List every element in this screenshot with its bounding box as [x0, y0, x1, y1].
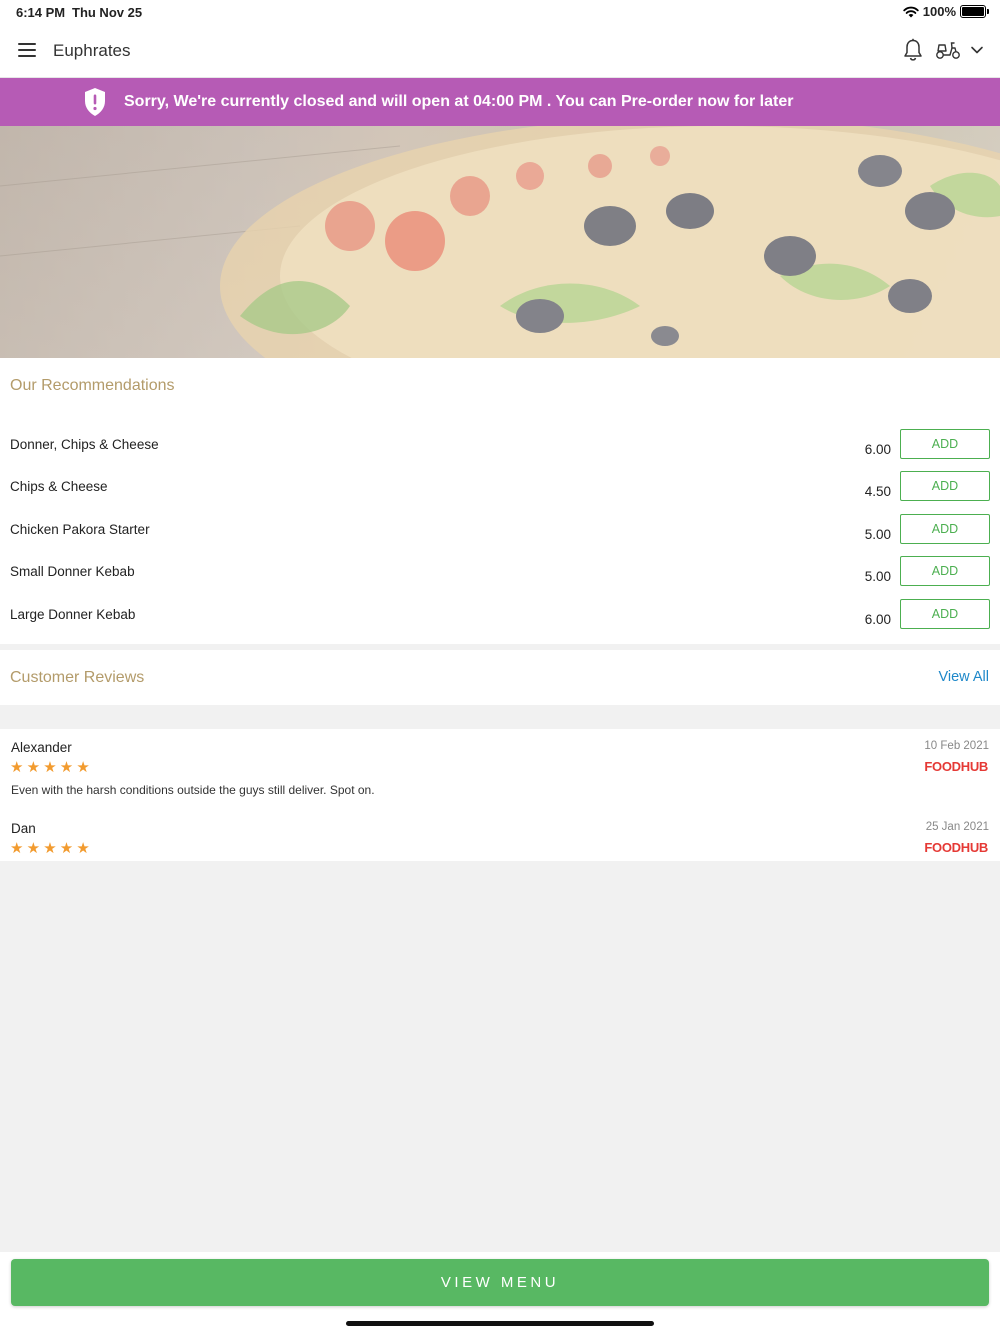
item-name: Chips & Cheese — [10, 479, 108, 494]
add-button[interactable]: ADD — [900, 514, 990, 544]
review-date: 10 Feb 2021 — [924, 740, 989, 752]
review-date: 25 Jan 2021 — [925, 821, 989, 833]
shield-alert-icon — [85, 88, 105, 116]
star-icon: ★ — [76, 759, 90, 776]
add-button[interactable]: ADD — [900, 556, 990, 586]
recommendations-title: Our Recommendations — [10, 377, 175, 394]
star-icon: ★ — [43, 840, 57, 857]
add-button[interactable]: ADD — [900, 471, 990, 501]
add-button[interactable]: ADD — [900, 429, 990, 459]
menu-icon[interactable] — [18, 43, 36, 57]
home-indicator — [346, 1321, 654, 1326]
review-author: Dan — [11, 821, 36, 836]
review-rating: ★ ★ ★ ★ ★ — [10, 841, 92, 857]
list-item: Chips & Cheese 4.50 ADD — [0, 471, 1000, 513]
view-menu-button[interactable]: VIEW MENU — [11, 1259, 989, 1306]
star-icon: ★ — [26, 759, 41, 776]
item-name: Large Donner Kebab — [10, 607, 136, 622]
item-price: 5.00 — [864, 569, 891, 584]
list-item: Large Donner Kebab 6.00 ADD — [0, 599, 1000, 641]
battery-percent: 100% — [922, 4, 956, 19]
review-author: Alexander — [11, 740, 72, 755]
recommendations-section: Our Recommendations Donner, Chips & Chee… — [0, 358, 1000, 644]
status-right: 100% — [903, 4, 989, 19]
status-bar: 6:14 PM Thu Nov 25 100% — [0, 0, 1000, 24]
status-time: 6:14 PM — [16, 5, 66, 20]
view-all-link[interactable]: View All — [938, 669, 989, 685]
star-icon: ★ — [59, 840, 74, 857]
hero-image — [0, 126, 1000, 358]
list-item: Small Donner Kebab 5.00 ADD — [0, 556, 1000, 598]
star-icon: ★ — [43, 759, 57, 776]
add-button[interactable]: ADD — [900, 599, 990, 629]
reviews-title: Customer Reviews — [10, 669, 145, 686]
item-name: Chicken Pakora Starter — [10, 522, 150, 537]
star-icon: ★ — [26, 840, 41, 857]
reviews-list: Alexander ★ ★ ★ ★ ★ Even with the harsh cond… — [0, 729, 1000, 861]
star-icon: ★ — [59, 759, 74, 776]
item-name: Donner, Chips & Cheese — [10, 437, 159, 452]
status-date: Thu Nov 25 — [72, 5, 143, 20]
review-source-logo: FOODHUB — [924, 759, 988, 774]
wifi-icon — [903, 6, 919, 17]
review-source-logo: FOODHUB — [924, 840, 988, 855]
item-price: 4.50 — [864, 484, 891, 499]
scooter-icon[interactable] — [935, 40, 961, 60]
item-price: 6.00 — [864, 612, 891, 627]
closed-banner: Sorry, We're currently closed and will o… — [0, 78, 1000, 126]
review-text: Even with the harsh conditions outside t… — [11, 783, 375, 797]
banner-message: Sorry, We're currently closed and will o… — [124, 93, 794, 110]
reviews-header: Customer Reviews View All — [0, 650, 1000, 705]
list-item: Chicken Pakora Starter 5.00 ADD — [0, 514, 1000, 556]
list-item: Donner, Chips & Cheese 6.00 ADD — [0, 429, 1000, 471]
star-icon: ★ — [10, 759, 24, 776]
review-rating: ★ ★ ★ ★ ★ — [10, 760, 92, 776]
page-title: Euphrates — [53, 41, 131, 60]
item-name: Small Donner Kebab — [10, 564, 135, 579]
star-icon: ★ — [76, 840, 90, 857]
battery-icon — [960, 5, 989, 18]
app-bar: Euphrates — [0, 24, 1000, 78]
item-price: 6.00 — [864, 442, 891, 457]
chevron-down-icon[interactable] — [970, 43, 984, 57]
item-price: 5.00 — [864, 527, 891, 542]
star-icon: ★ — [10, 840, 24, 857]
bell-icon[interactable] — [902, 38, 924, 62]
